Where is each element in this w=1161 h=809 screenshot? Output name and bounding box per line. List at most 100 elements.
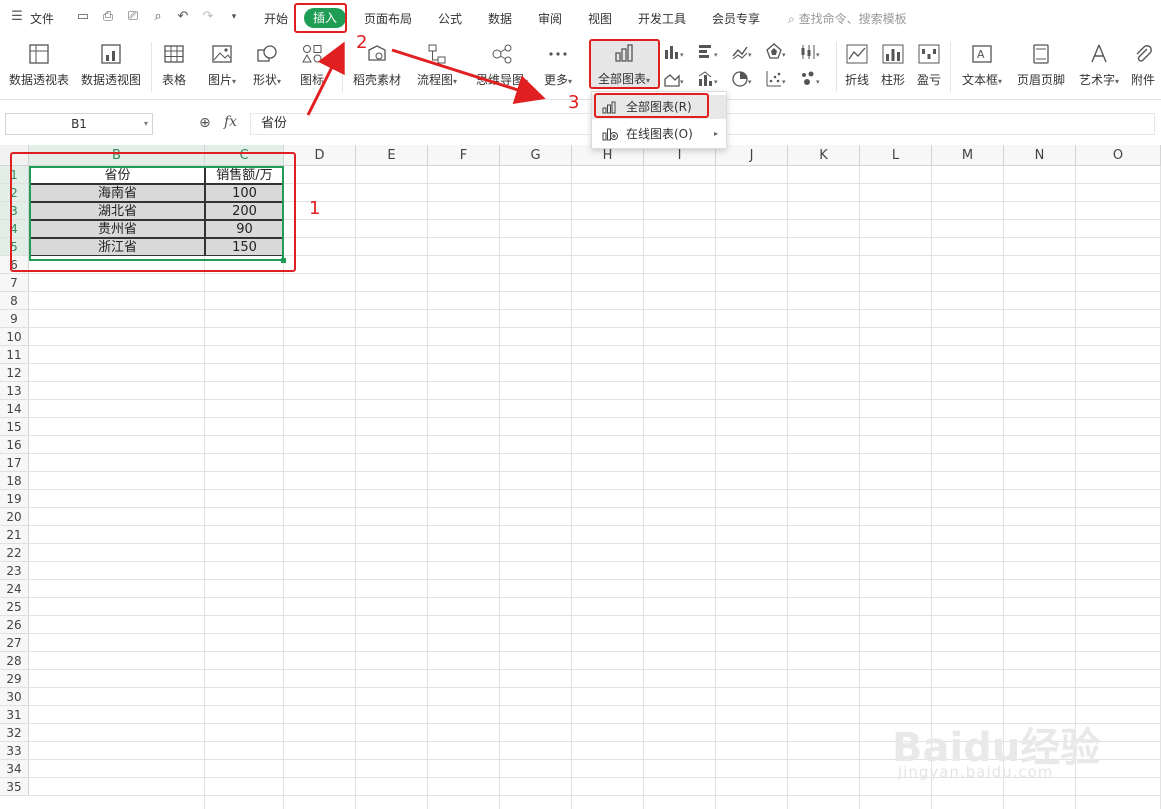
column-header-n[interactable]: N [1004, 145, 1076, 166]
hamburger-icon[interactable]: ☰ [10, 10, 24, 24]
row-header-20[interactable]: 20 [0, 508, 29, 526]
area-chart-icon[interactable]: ▾ [663, 69, 685, 89]
stock-chart-icon[interactable]: ▾ [799, 42, 821, 62]
wordart-button[interactable]: 艺术字▾ [1074, 40, 1124, 96]
column-chart-icon[interactable]: ▾ [663, 42, 685, 62]
tab-data[interactable]: 数据 [488, 10, 512, 27]
menu-item-online-charts[interactable]: 在线图表(O) ▸ [592, 122, 726, 146]
gridline-col [427, 166, 428, 809]
row-header-28[interactable]: 28 [0, 652, 29, 670]
row-header-16[interactable]: 16 [0, 436, 29, 454]
tab-developer[interactable]: 开发工具 [638, 10, 686, 27]
combo-chart-icon[interactable]: ▾ [697, 69, 719, 89]
row-header-11[interactable]: 11 [0, 346, 29, 364]
gridline-row [29, 633, 1161, 634]
other-chart-icon[interactable]: ▾ [799, 69, 821, 89]
column-header-l[interactable]: L [860, 145, 932, 166]
undo-icon[interactable]: ↶ [176, 10, 190, 24]
pivot-chart-icon [101, 44, 121, 64]
row-header-33[interactable]: 33 [0, 742, 29, 760]
svg-text:A: A [977, 48, 985, 61]
table-button[interactable]: 表格 [156, 40, 192, 96]
pie-chart-icon[interactable]: ▾ [731, 69, 753, 89]
picture-button[interactable]: 图片▾ [202, 40, 242, 96]
svg-text:▾: ▾ [680, 78, 684, 86]
row-header-9[interactable]: 9 [0, 310, 29, 328]
row-header-26[interactable]: 26 [0, 616, 29, 634]
scatter-chart-icon[interactable]: ▾ [765, 69, 787, 89]
header-footer-button[interactable]: 页眉页脚 [1014, 40, 1068, 96]
attachment-button[interactable]: 附件 [1128, 40, 1158, 96]
sparkline-column-button[interactable]: 柱形 [876, 40, 910, 96]
row-header-34[interactable]: 34 [0, 760, 29, 778]
formula-bar: B1 ▾ ⊕ fx 省份 [0, 110, 1161, 138]
customize-toolbar-icon[interactable]: ▾ [227, 10, 241, 24]
tab-member[interactable]: 会员专享 [712, 10, 760, 27]
export-pdf-icon[interactable]: ⎙ [101, 10, 115, 24]
tab-home[interactable]: 开始 [264, 10, 288, 27]
row-header-15[interactable]: 15 [0, 418, 29, 436]
flowchart-button[interactable]: 流程图▾ [412, 40, 462, 96]
function-icon[interactable]: fx [224, 114, 237, 130]
column-header-g[interactable]: G [500, 145, 572, 166]
bar-chart-horizontal-icon[interactable]: ▾ [697, 42, 719, 62]
gridline-row [29, 327, 1161, 328]
row-header-23[interactable]: 23 [0, 562, 29, 580]
shape-button[interactable]: 形状▾ [246, 40, 288, 96]
row-header-19[interactable]: 19 [0, 490, 29, 508]
tab-formulas[interactable]: 公式 [438, 10, 462, 27]
sparkline-line-icon [846, 44, 868, 64]
textbox-button[interactable]: A 文本框▾ [956, 40, 1008, 96]
column-header-o[interactable]: O [1076, 145, 1161, 166]
row-header-22[interactable]: 22 [0, 544, 29, 562]
redo-icon[interactable]: ↷ [201, 10, 215, 24]
file-menu[interactable]: 文件 [30, 10, 54, 27]
gridline-row [29, 615, 1161, 616]
icon-library-button[interactable]: 图标 [292, 40, 332, 96]
sparkline-line-button[interactable]: 折线 [840, 40, 874, 96]
search-box[interactable]: ⌕ 查找命令、搜索模板 [788, 10, 907, 27]
tab-review[interactable]: 审阅 [538, 10, 562, 27]
print-preview-icon[interactable]: ⌕ [151, 10, 165, 24]
row-header-8[interactable]: 8 [0, 292, 29, 310]
more-button[interactable]: 更多▾ [538, 40, 578, 96]
gridline-col [571, 166, 572, 809]
zoom-icon[interactable]: ⊕ [199, 115, 211, 131]
row-header-14[interactable]: 14 [0, 400, 29, 418]
row-header-7[interactable]: 7 [0, 274, 29, 292]
row-header-21[interactable]: 21 [0, 526, 29, 544]
column-header-e[interactable]: E [356, 145, 428, 166]
tab-page-layout[interactable]: 页面布局 [364, 10, 412, 27]
row-header-29[interactable]: 29 [0, 670, 29, 688]
svg-text:▾: ▾ [816, 51, 820, 59]
pivot-table-button[interactable]: 数据透视表 [6, 40, 72, 96]
column-header-f[interactable]: F [428, 145, 500, 166]
tab-view[interactable]: 视图 [588, 10, 612, 27]
mindmap-button[interactable]: 思维导图▾ [472, 40, 532, 96]
row-header-24[interactable]: 24 [0, 580, 29, 598]
row-header-30[interactable]: 30 [0, 688, 29, 706]
row-header-12[interactable]: 12 [0, 364, 29, 382]
row-header-31[interactable]: 31 [0, 706, 29, 724]
line-chart-icon[interactable]: ▾ [731, 42, 753, 62]
row-header-25[interactable]: 25 [0, 598, 29, 616]
save-icon[interactable]: ▭ [76, 10, 90, 24]
column-header-k[interactable]: K [788, 145, 860, 166]
row-header-27[interactable]: 27 [0, 634, 29, 652]
row-header-18[interactable]: 18 [0, 472, 29, 490]
chevron-down-icon[interactable]: ▾ [144, 114, 148, 134]
name-box[interactable]: B1 ▾ [5, 113, 153, 135]
textbox-icon: A [972, 45, 992, 63]
row-header-32[interactable]: 32 [0, 724, 29, 742]
pivot-chart-button[interactable]: 数据透视图 [78, 40, 144, 96]
print-icon[interactable]: ⎚ [126, 10, 140, 24]
gridline-col [355, 166, 356, 809]
column-header-m[interactable]: M [932, 145, 1004, 166]
sparkline-winloss-button[interactable]: 盈亏 [912, 40, 946, 96]
search-placeholder: 查找命令、搜索模板 [798, 12, 907, 26]
row-header-17[interactable]: 17 [0, 454, 29, 472]
radar-chart-icon[interactable]: ▾ [765, 42, 787, 62]
row-header-13[interactable]: 13 [0, 382, 29, 400]
row-header-10[interactable]: 10 [0, 328, 29, 346]
row-header-35[interactable]: 35 [0, 778, 29, 796]
